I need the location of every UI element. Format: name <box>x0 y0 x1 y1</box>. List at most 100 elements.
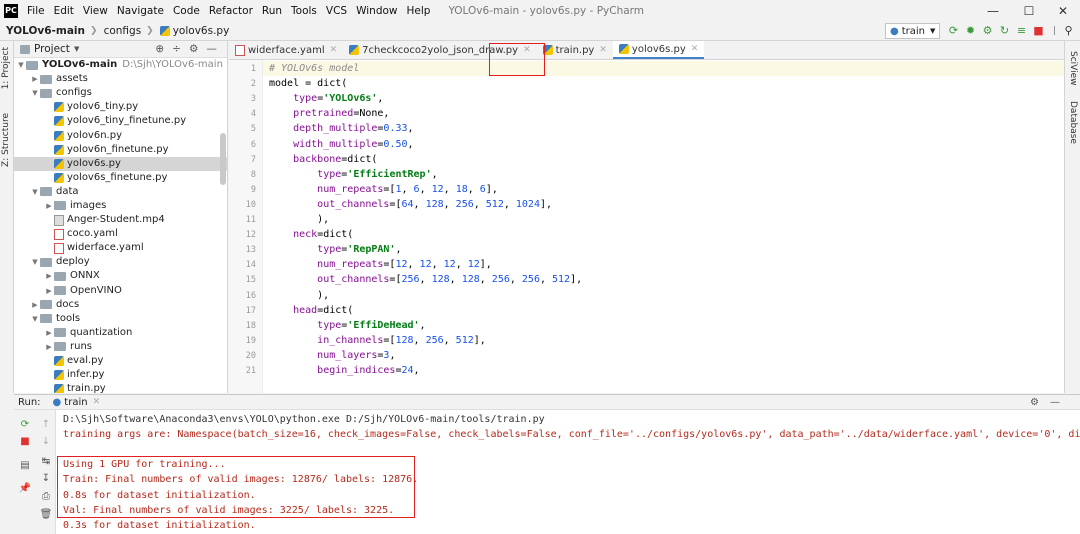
stop-icon[interactable]: ■ <box>1032 24 1045 37</box>
gear-icon[interactable]: ⚙ <box>189 43 198 55</box>
code-line[interactable]: ), <box>269 288 329 303</box>
tab-yolov6s-py[interactable]: yolov6s.py ✕ <box>612 41 705 59</box>
chevron-right-icon[interactable]: ▶ <box>44 199 54 213</box>
menu-file[interactable]: File <box>27 5 45 17</box>
tree-item[interactable]: yolov6n.py <box>14 128 227 142</box>
menu-window[interactable]: Window <box>356 5 397 17</box>
scroll-to-end-icon[interactable]: ↧ <box>40 472 52 484</box>
run-configuration-select[interactable]: ● train ▼ <box>885 23 940 39</box>
tool-window-project[interactable]: 1: Project <box>1 47 11 89</box>
tree-item[interactable]: ▼ data <box>14 185 227 199</box>
tree-item[interactable]: widerface.yaml <box>14 241 227 255</box>
chevron-right-icon[interactable]: ▶ <box>44 269 54 283</box>
close-icon[interactable]: ✕ <box>691 44 699 54</box>
code-line[interactable]: in_channels=[128, 256, 512], <box>269 333 486 348</box>
run-tab-train[interactable]: train <box>64 397 87 408</box>
soft-wrap-icon[interactable]: ↹ <box>40 455 52 467</box>
tree-item[interactable]: train.py <box>14 382 227 393</box>
tree-item[interactable]: ▶ images <box>14 199 227 213</box>
stop-icon[interactable]: ■ <box>19 435 31 447</box>
tree-item[interactable]: ▼ configs <box>14 86 227 100</box>
close-icon[interactable]: ✕ <box>599 45 607 55</box>
tree-item[interactable]: ▼ deploy <box>14 255 227 269</box>
code-line[interactable]: ), <box>269 212 329 227</box>
tree-item[interactable]: ▶ ONNX <box>14 269 227 283</box>
chevron-down-icon[interactable]: ▼ <box>30 312 40 326</box>
chevron-down-icon[interactable]: ▼ <box>30 86 40 100</box>
gear-icon[interactable]: ⚙ <box>1030 397 1039 408</box>
menu-refactor[interactable]: Refactor <box>209 5 253 17</box>
rerun-icon[interactable]: ⟳ <box>19 418 31 430</box>
code-line[interactable]: type='YOLOv6s', <box>269 91 383 106</box>
chevron-down-icon[interactable]: ▼ <box>74 45 79 53</box>
chevron-right-icon[interactable]: ▶ <box>44 340 54 354</box>
tree-root[interactable]: ▼ YOLOv6-main D:\Sjh\YOLOv6-main <box>14 58 227 72</box>
locate-icon[interactable]: ⊕ <box>155 43 164 55</box>
code-line[interactable]: num_repeats=[1, 6, 12, 18, 6], <box>269 182 498 197</box>
chevron-right-icon[interactable]: ▶ <box>30 72 40 86</box>
code-line[interactable]: out_channels=[256, 128, 128, 256, 256, 5… <box>269 272 582 287</box>
arrow-up-icon[interactable]: ↑ <box>40 418 52 430</box>
close-icon[interactable]: ✕ <box>523 45 531 55</box>
rerun-icon[interactable]: ⟳ <box>947 24 960 37</box>
tool-window-structure[interactable]: Z: Structure <box>1 113 11 167</box>
menu-tools[interactable]: Tools <box>291 5 317 17</box>
menu-run[interactable]: Run <box>262 5 282 17</box>
tree-item[interactable]: ▶ docs <box>14 298 227 312</box>
close-icon[interactable]: ✕ <box>330 45 338 55</box>
run-console[interactable]: D:\Sjh\Software\Anaconda3\envs\YOLO\pyth… <box>56 410 1080 534</box>
code-line[interactable]: out_channels=[64, 128, 256, 512, 1024], <box>269 197 552 212</box>
tree-item[interactable]: Anger-Student.mp4 <box>14 213 227 227</box>
tab-7checkcoco2yolo[interactable]: 7checkcoco2yolo_json_draw.py ✕ <box>343 41 536 59</box>
code-line[interactable]: pretrained=None, <box>269 106 389 121</box>
tree-item[interactable]: yolov6_tiny.py <box>14 100 227 114</box>
chevron-right-icon[interactable]: ▶ <box>30 298 40 312</box>
project-view-label[interactable]: Project <box>34 43 70 55</box>
pin-icon[interactable]: 📌 <box>19 482 31 494</box>
code-line[interactable]: model = dict( <box>269 76 347 91</box>
build-icon[interactable]: ≡ <box>1015 24 1028 37</box>
code-line[interactable]: depth_multiple=0.33, <box>269 121 413 136</box>
code-line[interactable]: neck=dict( <box>269 227 353 242</box>
print-icon[interactable]: ⎙ <box>40 490 52 502</box>
tab-widerface-yaml[interactable]: widerface.yaml ✕ <box>229 41 343 59</box>
chevron-right-icon[interactable]: ▶ <box>44 326 54 340</box>
code-line[interactable]: # YOLOv6s model <box>263 61 1064 76</box>
tool-window-database[interactable]: Database <box>1068 101 1078 144</box>
tree-item[interactable]: ▶ assets <box>14 72 227 86</box>
code-area[interactable]: # YOLOv6s model model = dict( type='YOLOv… <box>263 60 1064 393</box>
code-line[interactable]: type='EffiDeHead', <box>269 318 425 333</box>
tree-item[interactable]: ▶ runs <box>14 340 227 354</box>
code-line[interactable]: backbone=dict( <box>269 152 377 167</box>
coverage-icon[interactable]: ⚙ <box>981 24 994 37</box>
code-line[interactable]: head=dict( <box>269 303 353 318</box>
menu-navigate[interactable]: Navigate <box>117 5 164 17</box>
trash-icon[interactable]: 🗑 <box>40 508 53 520</box>
tree-item[interactable]: eval.py <box>14 354 227 368</box>
code-line[interactable]: num_layers=3, <box>269 348 395 363</box>
breadcrumb-file[interactable]: yolov6s.py <box>159 25 229 37</box>
code-line[interactable]: begin_indices=24, <box>269 363 419 378</box>
code-line[interactable]: width_multiple=0.50, <box>269 137 413 152</box>
chevron-down-icon[interactable]: ▼ <box>30 185 40 199</box>
debug-icon[interactable]: ✹ <box>964 24 977 37</box>
tree-item[interactable]: ▶ quantization <box>14 326 227 340</box>
layout-icon[interactable]: ▤ <box>19 459 31 471</box>
minimize-icon[interactable]: — <box>978 0 1008 21</box>
code-line[interactable]: type='RepPAN', <box>269 242 401 257</box>
tool-window-sciview[interactable]: SciView <box>1068 51 1078 86</box>
breadcrumb-project[interactable]: YOLOv6-main <box>6 25 85 37</box>
tree-item[interactable]: yolov6n_finetune.py <box>14 143 227 157</box>
code-line[interactable]: type='EfficientRep', <box>269 167 437 182</box>
chevron-down-icon[interactable]: ▼ <box>16 58 26 72</box>
chevron-down-icon[interactable]: ▼ <box>30 255 40 269</box>
menu-help[interactable]: Help <box>407 5 431 17</box>
hide-icon[interactable]: — <box>206 43 217 55</box>
arrow-down-icon[interactable]: ↓ <box>40 435 52 447</box>
menu-vcs[interactable]: VCS <box>326 5 347 17</box>
maximize-icon[interactable]: ☐ <box>1014 0 1044 21</box>
tree-item[interactable]: yolov6s_finetune.py <box>14 171 227 185</box>
tree-item[interactable]: ▶ OpenVINO <box>14 284 227 298</box>
breadcrumb-configs[interactable]: configs <box>104 25 142 37</box>
code-line[interactable]: num_repeats=[12, 12, 12, 12], <box>269 257 492 272</box>
